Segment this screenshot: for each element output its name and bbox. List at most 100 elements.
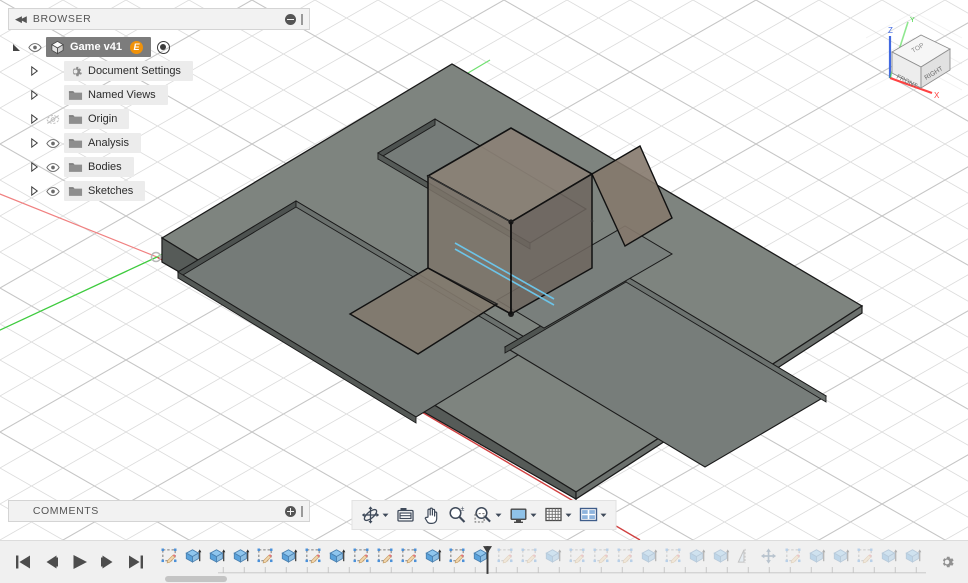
- extrude-feature-icon[interactable]: [424, 547, 442, 565]
- sketch-feature-icon[interactable]: [376, 547, 394, 565]
- skip-to-end-icon[interactable]: [126, 553, 145, 572]
- comments-panel-header[interactable]: ◀◀ COMMENTS: [8, 500, 310, 522]
- timeline-feature-sketch[interactable]: [157, 545, 181, 567]
- visibility-eye-icon[interactable]: [42, 186, 64, 197]
- browser-collapse-icon[interactable]: ◀◀: [15, 14, 27, 25]
- timeline-feature-extrude[interactable]: [541, 545, 565, 567]
- timeline-feature-sketch[interactable]: [493, 545, 517, 567]
- timeline-feature-extrude[interactable]: [229, 545, 253, 567]
- chevron-down-icon[interactable]: [494, 511, 503, 519]
- tree-node-sketches[interactable]: Sketches: [8, 179, 310, 203]
- pan-hand-button[interactable]: [420, 502, 444, 528]
- pan-hand-icon[interactable]: [422, 505, 442, 525]
- play-button[interactable]: [70, 553, 89, 572]
- extrude-feature-icon[interactable]: [808, 547, 826, 565]
- skip-to-start-button[interactable]: [14, 553, 33, 572]
- timeline-feature-sketch[interactable]: [445, 545, 469, 567]
- browser-panel-grip[interactable]: [301, 13, 303, 25]
- step-back-icon[interactable]: [42, 553, 61, 572]
- extrude-feature-icon[interactable]: [280, 547, 298, 565]
- tree-row-analysis[interactable]: Analysis: [64, 133, 141, 153]
- chevron-right-icon[interactable]: [29, 65, 40, 77]
- extrude-feature-icon[interactable]: [832, 547, 850, 565]
- viewport-layout-icon[interactable]: [579, 505, 599, 525]
- skip-to-start-icon[interactable]: [14, 553, 33, 572]
- chevron-down-icon[interactable]: [564, 511, 572, 519]
- expand-triangle-icon[interactable]: [26, 89, 42, 101]
- sketch-feature-icon[interactable]: [496, 547, 514, 565]
- tree-node-bodies[interactable]: Bodies: [8, 155, 310, 179]
- chevron-right-icon[interactable]: [29, 113, 40, 125]
- navigation-bar[interactable]: ±: [351, 500, 617, 530]
- chevron-down-icon[interactable]: [529, 511, 537, 519]
- chevron-right-icon[interactable]: [29, 89, 40, 101]
- chevron-down-icon[interactable]: [529, 511, 538, 519]
- timeline-feature-extrude[interactable]: [205, 545, 229, 567]
- root-expand-triangle-icon[interactable]: [8, 42, 24, 53]
- display-settings-button[interactable]: [507, 502, 540, 528]
- sketch-feature-icon[interactable]: [160, 547, 178, 565]
- visibility-eye-icon[interactable]: [42, 114, 64, 125]
- timeline-feature-extrude[interactable]: [421, 545, 445, 567]
- comments-panel[interactable]: ◀◀ COMMENTS: [8, 500, 310, 522]
- mirror-feature-icon[interactable]: [736, 547, 754, 565]
- eye-visible-icon[interactable]: [46, 162, 60, 173]
- sketch-feature-icon[interactable]: [520, 547, 538, 565]
- root-visibility-eye-icon[interactable]: [24, 42, 46, 53]
- timeline-feature-sketch[interactable]: [253, 545, 277, 567]
- expand-triangle-icon[interactable]: [26, 113, 42, 125]
- chevron-right-icon[interactable]: [29, 137, 40, 149]
- play-icon[interactable]: [70, 553, 89, 572]
- timeline-feature-extrude[interactable]: [277, 545, 301, 567]
- view-cube-svg[interactable]: Z X Y TOP FRONT RIGHT: [865, 8, 963, 104]
- skip-to-end-button[interactable]: [126, 553, 145, 572]
- chevron-right-icon[interactable]: [29, 161, 40, 173]
- sketch-feature-icon[interactable]: [304, 547, 322, 565]
- tree-row-game-v41[interactable]: Game v41 E: [46, 37, 151, 57]
- extrude-feature-icon[interactable]: [232, 547, 250, 565]
- add-comment-icon[interactable]: [285, 505, 296, 517]
- sketch-feature-icon[interactable]: [616, 547, 634, 565]
- expand-triangle-icon[interactable]: [26, 185, 42, 197]
- timeline-feature-sketch[interactable]: [565, 545, 589, 567]
- eye-visible-icon[interactable]: [46, 138, 60, 149]
- zoom-window-icon[interactable]: [474, 505, 494, 525]
- timeline-feature-sketch[interactable]: [925, 545, 926, 567]
- timeline-track[interactable]: [157, 541, 926, 583]
- browser-panel-header[interactable]: ◀◀ BROWSER: [8, 8, 310, 30]
- visibility-eye-icon[interactable]: [42, 162, 64, 173]
- move-feature-icon[interactable]: [760, 547, 778, 565]
- chevron-down-icon[interactable]: [381, 511, 389, 519]
- sketch-feature-icon[interactable]: [256, 547, 274, 565]
- extrude-feature-icon[interactable]: [904, 547, 922, 565]
- tree-row-bodies[interactable]: Bodies: [64, 157, 134, 177]
- timeline-feature-sketch[interactable]: [349, 545, 373, 567]
- browser-panel[interactable]: ◀◀ BROWSER Game v41 E Document Settings …: [8, 8, 310, 203]
- tree-node-root[interactable]: Game v41 E: [8, 35, 310, 59]
- extrude-feature-icon[interactable]: [640, 547, 658, 565]
- timeline-feature-sketch[interactable]: [661, 545, 685, 567]
- extrude-feature-icon[interactable]: [712, 547, 730, 565]
- timeline-feature-sketch[interactable]: [589, 545, 613, 567]
- step-back-button[interactable]: [42, 553, 61, 572]
- eye-visible-icon[interactable]: [46, 186, 60, 197]
- sketch-feature-icon[interactable]: [592, 547, 610, 565]
- timeline-feature-extrude[interactable]: [805, 545, 829, 567]
- timeline-feature-extrude[interactable]: [181, 545, 205, 567]
- tree-node-origin[interactable]: Origin: [8, 107, 310, 131]
- timeline-feature-extrude[interactable]: [709, 545, 733, 567]
- timeline-settings-gear-icon[interactable]: [926, 553, 968, 571]
- visibility-eye-icon[interactable]: [42, 138, 64, 149]
- chevron-down-icon[interactable]: [381, 511, 390, 519]
- browser-minimize-icon[interactable]: [285, 13, 296, 25]
- tree-node-document-settings[interactable]: Document Settings: [8, 59, 310, 83]
- expand-triangle-icon[interactable]: [26, 65, 42, 77]
- display-settings-icon[interactable]: [509, 505, 529, 525]
- expand-triangle-icon[interactable]: [26, 137, 42, 149]
- timeline-feature-mirror[interactable]: [733, 545, 757, 567]
- tree-node-analysis[interactable]: Analysis: [8, 131, 310, 155]
- extrude-feature-icon[interactable]: [544, 547, 562, 565]
- tree-node-named-views[interactable]: Named Views: [8, 83, 310, 107]
- sketch-feature-icon[interactable]: [664, 547, 682, 565]
- orbit-button[interactable]: [359, 502, 392, 528]
